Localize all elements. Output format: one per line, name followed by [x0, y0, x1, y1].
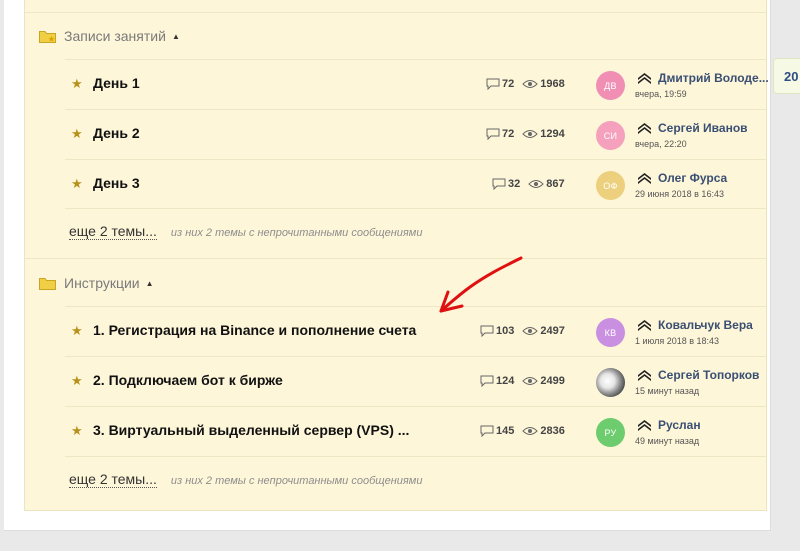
chevrons-up-icon [638, 370, 651, 381]
more-topics-link[interactable]: еще 2 темы... [69, 224, 157, 240]
comment-icon [480, 375, 494, 387]
star-icon: ★ [71, 323, 83, 338]
view-count: 2499 [540, 375, 565, 387]
topic-row[interactable]: ★ 2. Подключаем бот к бирже 124 2499 Сер… [65, 357, 766, 406]
topic-title[interactable]: День 2 [93, 125, 140, 141]
side-badge[interactable]: 20 [773, 58, 800, 94]
caret-up-icon[interactable]: ▲ [172, 32, 180, 41]
chevrons-up-icon [638, 123, 651, 134]
topic-title[interactable]: 1. Регистрация на Binance и пополнение с… [93, 322, 416, 338]
topic-row[interactable]: ★ 3. Виртуальный выделенный сервер (VPS)… [65, 407, 766, 456]
caret-up-icon[interactable]: ▲ [146, 279, 154, 288]
reply-count: 72 [502, 78, 515, 90]
eye-icon [522, 80, 538, 88]
category-title[interactable]: Инструкции [64, 275, 140, 291]
reply-count: 145 [496, 425, 515, 437]
avatar[interactable]: ДВ [596, 71, 625, 100]
topic-title[interactable]: 3. Виртуальный выделенный сервер (VPS) .… [93, 422, 409, 438]
star-icon: ★ [71, 76, 83, 91]
topic-stats: 72 1294 [486, 128, 565, 140]
reply-count: 124 [496, 375, 515, 387]
avatar[interactable]: РУ [596, 418, 625, 447]
more-topics-link[interactable]: еще 2 темы... [69, 472, 157, 488]
eye-icon [522, 130, 538, 138]
category-header-instrukcii[interactable]: Инструкции ▲ [39, 273, 154, 293]
topic-row[interactable]: ★ День 3 32 867 ОФ Олег Фурса 29 июня 20… [65, 160, 766, 209]
view-count: 2497 [540, 325, 565, 337]
eye-icon [522, 377, 539, 385]
last-post-time[interactable]: 29 июня 2018 в 16:43 [635, 189, 724, 199]
chevrons-up-icon [638, 173, 651, 184]
last-post-time[interactable]: 49 минут назад [635, 436, 699, 446]
author-link[interactable]: Олег Фурса [658, 171, 790, 185]
view-count: 2836 [540, 425, 565, 437]
more-topics: еще 2 темы... из них 2 темы с непрочитан… [69, 472, 422, 490]
topic-title[interactable]: День 3 [93, 175, 140, 191]
star-icon: ★ [71, 176, 83, 191]
view-count: 867 [546, 178, 565, 190]
reply-count: 32 [508, 178, 521, 190]
topic-row[interactable]: ★ День 1 72 1968 ДВ Дмитрий Володе... вч… [65, 60, 769, 109]
avatar[interactable]: СИ [596, 121, 625, 150]
avatar[interactable] [596, 368, 625, 397]
divider [25, 258, 766, 259]
category-title[interactable]: Записи занятий [64, 28, 166, 44]
reply-count: 72 [502, 128, 515, 140]
topic-stats: 145 2836 [480, 425, 565, 437]
topic-stats: 103 2497 [480, 325, 565, 337]
comment-icon [486, 128, 500, 140]
eye-icon [522, 427, 539, 435]
reply-count: 103 [496, 325, 515, 337]
content-panel: Записи занятий ▲ ★ День 1 72 1968 ДВ Дми… [4, 0, 771, 531]
chevrons-up-icon [638, 320, 651, 331]
topic-title[interactable]: День 1 [93, 75, 140, 91]
author-link[interactable]: Сергей Топорков [658, 368, 790, 382]
topic-stats: 32 867 [492, 178, 565, 190]
eye-icon [522, 327, 539, 335]
comment-icon [492, 178, 506, 190]
last-post-time[interactable]: вчера, 19:59 [635, 89, 687, 99]
last-post-time[interactable]: вчера, 22:20 [635, 139, 687, 149]
author-link[interactable]: Руслан [658, 418, 790, 432]
more-topics: еще 2 темы... из них 2 темы с непрочитан… [69, 224, 422, 242]
topic-title[interactable]: 2. Подключаем бот к бирже [93, 372, 283, 388]
divider [25, 12, 766, 13]
avatar[interactable]: ОФ [596, 171, 625, 200]
folder-icon [39, 277, 56, 290]
topic-stats: 72 1968 [486, 78, 565, 90]
view-count: 1968 [540, 78, 565, 90]
topic-stats: 124 2499 [480, 375, 565, 387]
star-icon: ★ [71, 126, 83, 141]
category-header-zapisi[interactable]: Записи занятий ▲ [39, 26, 180, 46]
forum-category-list: Записи занятий ▲ ★ День 1 72 1968 ДВ Дми… [24, 0, 769, 511]
author-link[interactable]: Дмитрий Володе... [658, 71, 790, 85]
comment-icon [486, 78, 500, 90]
more-topics-note: из них 2 темы с непрочитанными сообщения… [170, 227, 423, 239]
last-post-time[interactable]: 15 минут назад [635, 386, 699, 396]
comment-icon [480, 325, 494, 337]
star-icon: ★ [71, 423, 83, 438]
avatar[interactable]: КВ [596, 318, 625, 347]
author-link[interactable]: Ковальчук Вера [658, 318, 790, 332]
chevrons-up-icon [638, 420, 651, 431]
star-icon: ★ [71, 373, 83, 388]
topic-row[interactable]: ★ День 2 72 1294 СИ Сергей Иванов вчера,… [65, 110, 766, 159]
more-topics-note: из них 2 темы с непрочитанными сообщения… [170, 475, 423, 487]
topic-row[interactable]: ★ 1. Регистрация на Binance и пополнение… [65, 307, 766, 356]
folder-icon [39, 30, 56, 43]
eye-icon [528, 180, 544, 188]
comment-icon [480, 425, 494, 437]
divider [65, 456, 766, 457]
divider [65, 208, 766, 209]
author-link[interactable]: Сергей Иванов [658, 121, 790, 135]
chevrons-up-icon [638, 73, 651, 84]
last-post-time[interactable]: 1 июля 2018 в 18:43 [635, 336, 719, 346]
view-count: 1294 [540, 128, 565, 140]
